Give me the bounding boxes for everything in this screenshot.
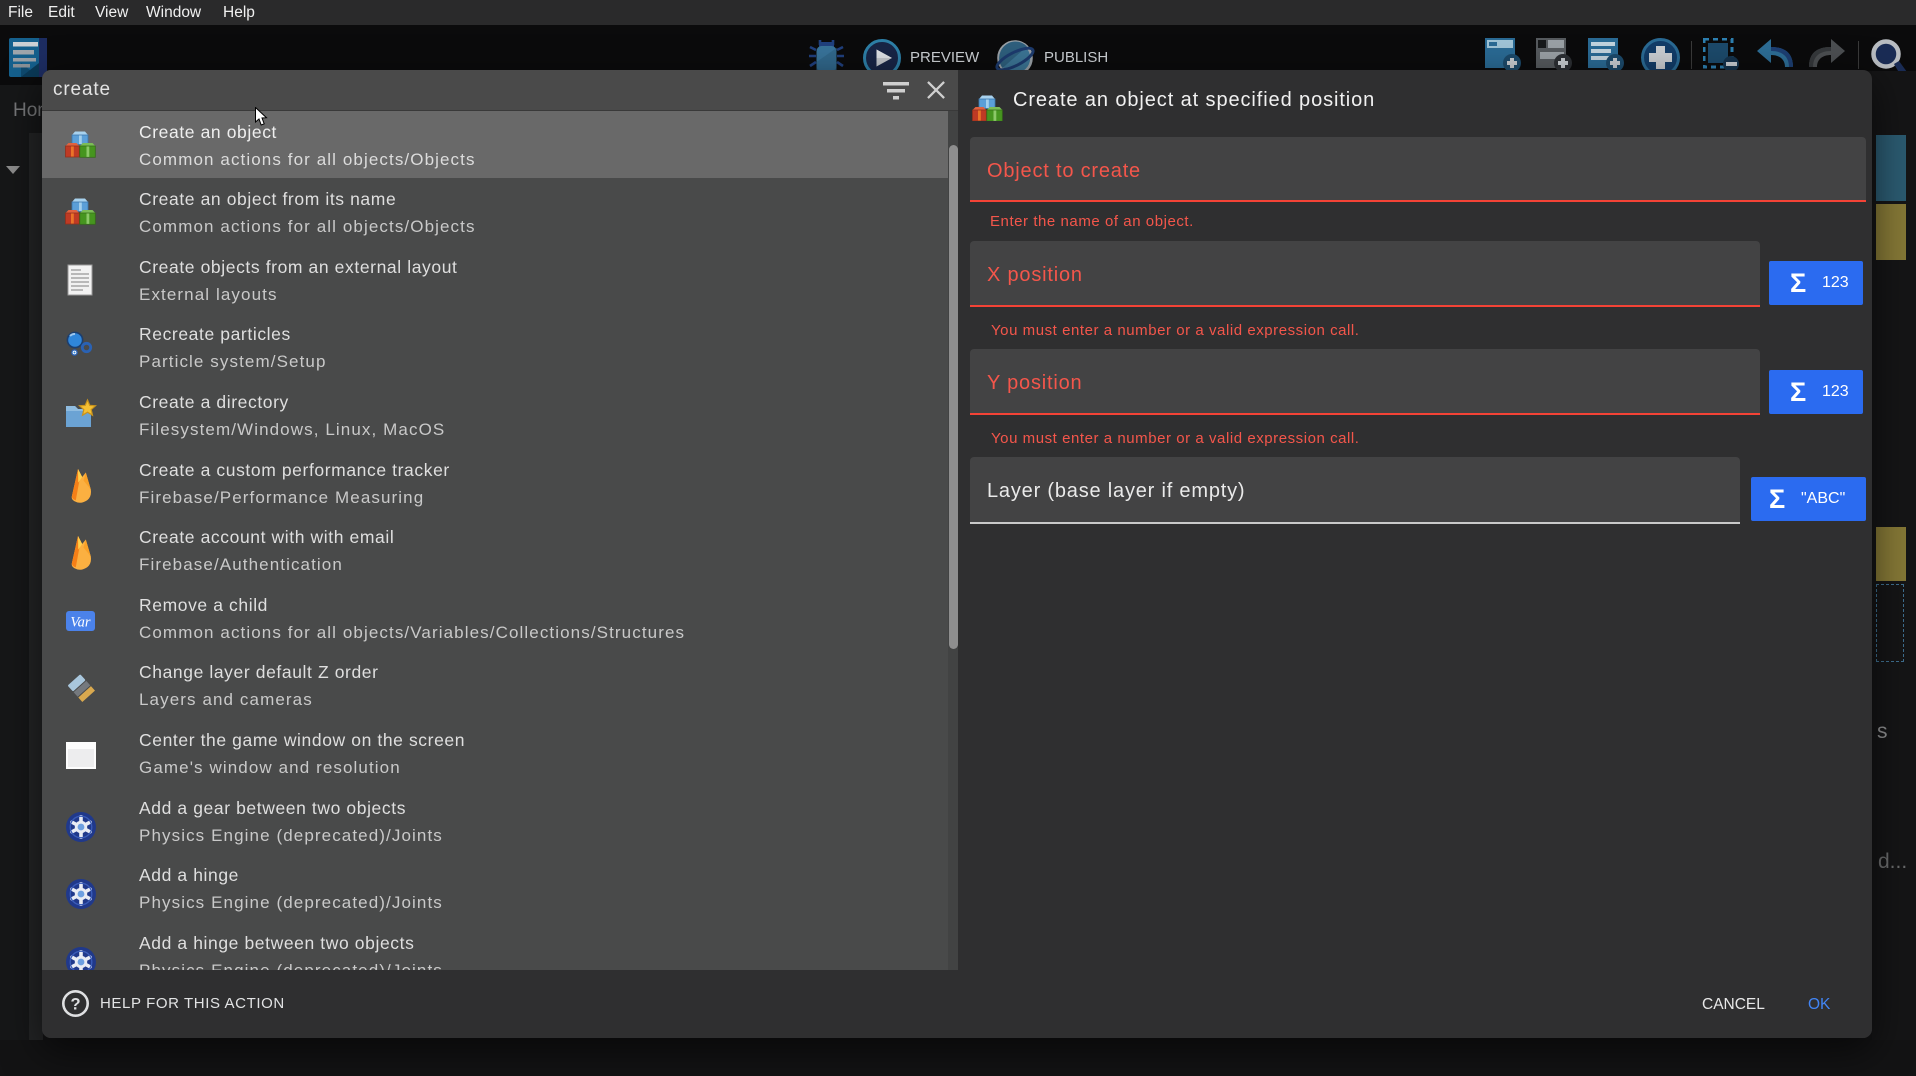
svg-text:Var: Var: [70, 614, 91, 630]
svg-text:?: ?: [70, 996, 80, 1014]
